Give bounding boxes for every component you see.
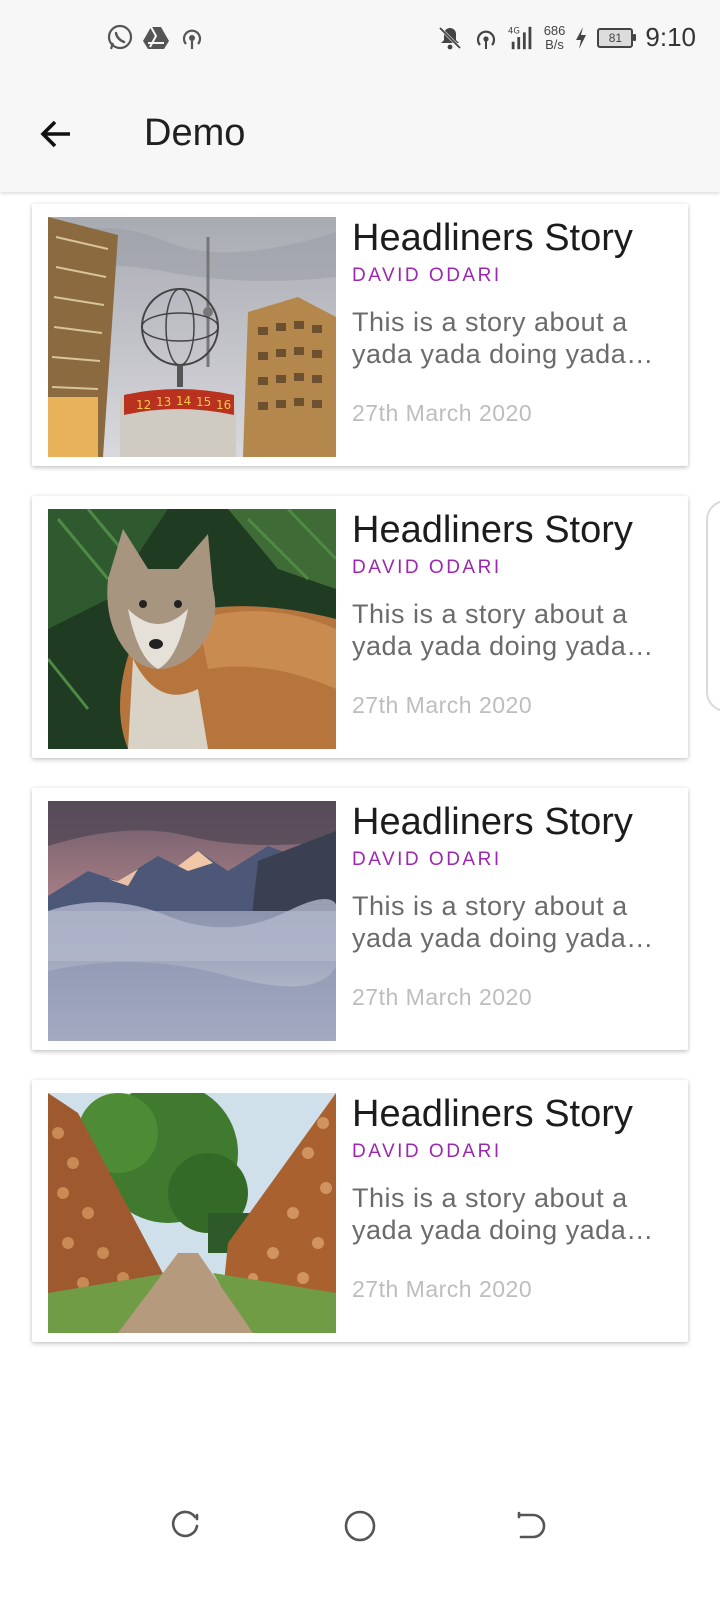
back-button[interactable] bbox=[34, 112, 78, 156]
story-image-fox bbox=[48, 509, 336, 749]
story-author: DAVID ODARI bbox=[352, 557, 502, 578]
story-description: This is a story about a yada yada doing … bbox=[352, 599, 628, 661]
story-card[interactable]: Headliners Story DAVID ODARI This is a s… bbox=[32, 496, 688, 758]
story-card[interactable]: Headliners Story DAVID ODARI This is a s… bbox=[32, 788, 688, 1050]
home-icon bbox=[344, 1510, 376, 1542]
network-speed-unit: B/s bbox=[545, 36, 564, 52]
story-date: 27th March 2020 bbox=[352, 984, 533, 1010]
signal-icon: 4G bbox=[508, 24, 536, 52]
battery-icon: 81 bbox=[597, 27, 637, 48]
story-description: This is a story about a yada yada doing … bbox=[352, 307, 628, 369]
home-button[interactable] bbox=[338, 1504, 382, 1548]
story-author: DAVID ODARI bbox=[352, 1141, 502, 1162]
system-nav-bar bbox=[0, 1480, 720, 1600]
story-card[interactable]: 12 13 14 15 16 Headliners Story DAVID ODARI … bbox=[32, 204, 688, 466]
story-date: 27th March 2020 bbox=[352, 692, 533, 718]
battery-level: 81 bbox=[608, 30, 623, 45]
app-bar: Demo bbox=[0, 80, 720, 192]
story-author: DAVID ODARI bbox=[352, 265, 502, 286]
story-title: Headliners Story bbox=[352, 509, 633, 551]
story-image-world-clock: 12 13 14 15 16 bbox=[48, 217, 336, 457]
status-left-icons bbox=[106, 24, 206, 52]
story-card[interactable]: Headliners Story DAVID ODARI This is a s… bbox=[32, 1080, 688, 1342]
svg-text:14: 14 bbox=[176, 394, 191, 408]
charging-icon bbox=[573, 24, 589, 52]
network-speed: 686 B/s bbox=[543, 22, 566, 52]
story-text: Headliners Story DAVID ODARI This is a s… bbox=[352, 506, 672, 719]
story-text: Headliners Story DAVID ODARI This is a s… bbox=[352, 1090, 672, 1303]
story-description: This is a story about a yada yada doing … bbox=[352, 891, 628, 953]
whatsapp-icon bbox=[106, 24, 134, 52]
story-image-mountains bbox=[48, 801, 336, 1041]
clock: 9:10 bbox=[645, 22, 696, 52]
story-text: Headliners Story DAVID ODARI This is a s… bbox=[352, 214, 672, 427]
drive-icon bbox=[142, 24, 170, 52]
back-nav-icon bbox=[517, 1511, 546, 1539]
hotspot-icon bbox=[178, 24, 206, 52]
status-right-icons: 4G 686 B/s 81 9:10 bbox=[436, 22, 696, 53]
story-title: Headliners Story bbox=[352, 801, 633, 843]
network-speed-value: 686 bbox=[543, 22, 566, 38]
mute-icon bbox=[436, 24, 464, 52]
svg-text:4G: 4G bbox=[508, 25, 520, 35]
side-edge-panel[interactable] bbox=[706, 500, 720, 712]
svg-text:12: 12 bbox=[136, 398, 151, 412]
story-author: DAVID ODARI bbox=[352, 849, 502, 870]
svg-text:13: 13 bbox=[156, 395, 171, 409]
recent-apps-button[interactable] bbox=[164, 1504, 208, 1548]
story-title: Headliners Story bbox=[352, 1093, 633, 1135]
story-image-log-piles bbox=[48, 1093, 336, 1333]
arrow-back-icon bbox=[40, 120, 70, 148]
hotspot-icon bbox=[472, 24, 500, 52]
svg-text:15: 15 bbox=[196, 395, 211, 409]
svg-text:16: 16 bbox=[216, 398, 231, 412]
story-date: 27th March 2020 bbox=[352, 1276, 533, 1302]
story-date: 27th March 2020 bbox=[352, 400, 533, 426]
story-description: This is a story about a yada yada doing … bbox=[352, 1183, 628, 1245]
back-nav-button[interactable] bbox=[508, 1504, 552, 1548]
status-bar: 4G 686 B/s 81 9:10 bbox=[0, 0, 720, 80]
recent-apps-icon bbox=[171, 1510, 199, 1538]
page-title: Demo bbox=[144, 112, 246, 154]
story-text: Headliners Story DAVID ODARI This is a s… bbox=[352, 798, 672, 1011]
story-title: Headliners Story bbox=[352, 217, 633, 259]
